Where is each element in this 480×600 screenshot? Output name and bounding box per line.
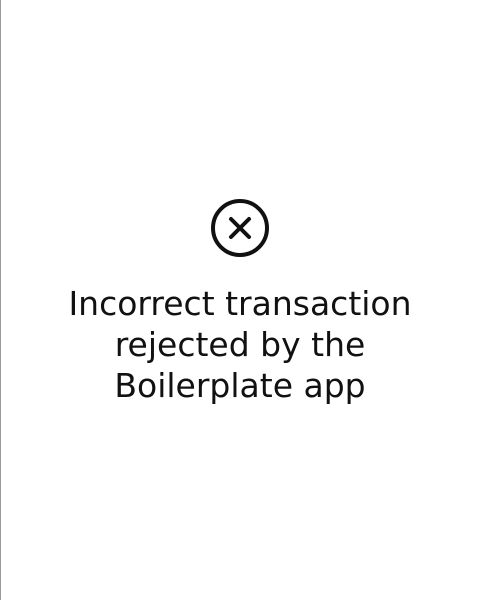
rejection-message: Incorrect transaction rejected by the Bo… <box>0 283 480 406</box>
message-line-3: Boilerplate app <box>114 366 366 405</box>
circle-x-icon <box>210 198 270 258</box>
rejection-screen: Incorrect transaction rejected by the Bo… <box>0 0 480 600</box>
message-line-2: rejected by the <box>114 325 366 364</box>
message-line-1: Incorrect transaction <box>68 284 412 323</box>
